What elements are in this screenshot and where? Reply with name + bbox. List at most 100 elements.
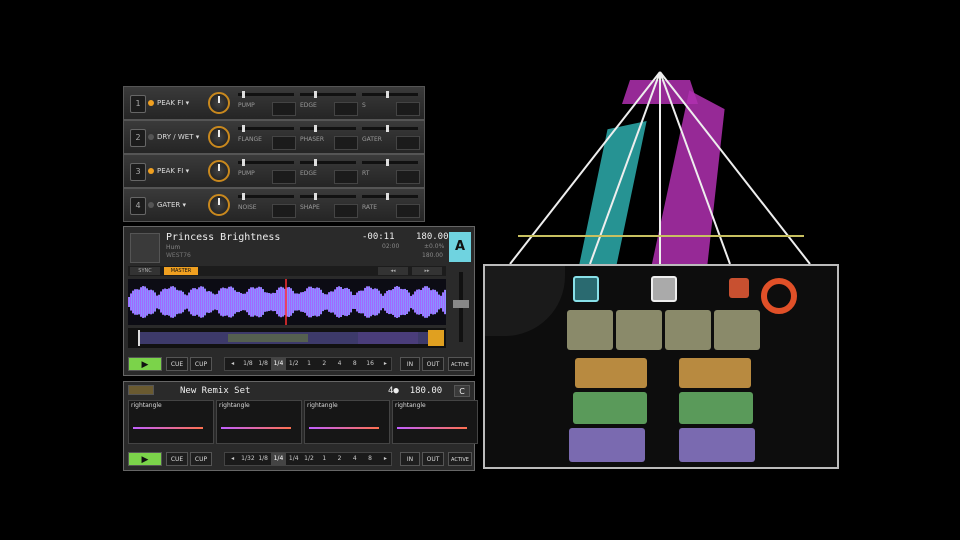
remix-cup-button[interactable]: CUP bbox=[190, 452, 212, 466]
fx-param-2[interactable]: PHASER bbox=[300, 124, 358, 152]
mode-button-white[interactable] bbox=[651, 276, 677, 302]
fx-param-slider[interactable] bbox=[300, 193, 356, 200]
master-button[interactable]: MASTER bbox=[164, 267, 198, 275]
fx-param-button[interactable] bbox=[272, 170, 296, 184]
encoder-knob[interactable] bbox=[761, 278, 797, 314]
remix-slot-2[interactable]: rightangle bbox=[216, 400, 302, 444]
fx-param-slider[interactable] bbox=[300, 125, 356, 132]
fx-unit-number[interactable]: 4 bbox=[130, 197, 146, 215]
loop-size-option[interactable]: ▸ bbox=[378, 453, 393, 465]
fx-param-slider[interactable] bbox=[238, 91, 294, 98]
remix-slot-4[interactable]: rightangle bbox=[392, 400, 478, 444]
loop-size-option[interactable]: ◂ bbox=[225, 453, 240, 465]
fx-dry-wet-knob[interactable] bbox=[208, 92, 230, 114]
fx-param-slider[interactable] bbox=[362, 159, 418, 166]
loop-size-option[interactable]: 1/8 bbox=[240, 358, 255, 370]
fx-selector[interactable]: DRY / WET ▾ bbox=[148, 130, 200, 144]
sync-button[interactable]: SYNC bbox=[130, 267, 160, 275]
loop-active-button[interactable]: ACTIVE bbox=[448, 357, 472, 371]
pad-5[interactable] bbox=[575, 358, 647, 388]
pad-4[interactable] bbox=[714, 310, 760, 350]
fx-param-button[interactable] bbox=[334, 136, 358, 150]
fx-param-slider[interactable] bbox=[300, 159, 356, 166]
play-button[interactable]: ▶ bbox=[128, 357, 162, 371]
loop-size-option[interactable]: 1/8 bbox=[256, 453, 271, 465]
fx-selector[interactable]: PEAK FI ▾ bbox=[148, 96, 200, 110]
loop-in-button[interactable]: IN bbox=[400, 357, 420, 371]
fx-param-button[interactable] bbox=[272, 204, 296, 218]
loop-size-option[interactable]: 4 bbox=[347, 453, 362, 465]
fx-param-slider[interactable] bbox=[238, 159, 294, 166]
track-overview[interactable] bbox=[128, 328, 446, 348]
pad-8[interactable] bbox=[679, 392, 753, 424]
fx-param-2[interactable]: EDGE bbox=[300, 158, 358, 186]
fx-param-slider[interactable] bbox=[362, 91, 418, 98]
tempo-fader[interactable] bbox=[451, 272, 471, 342]
loop-fwd-button[interactable]: ▸▸ bbox=[412, 267, 442, 275]
fx-selector[interactable]: GATER ▾ bbox=[148, 198, 200, 212]
loop-size-option[interactable]: 1/2 bbox=[286, 358, 301, 370]
fx-param-button[interactable] bbox=[396, 170, 420, 184]
remix-slot-1[interactable]: rightangle bbox=[128, 400, 214, 444]
loop-size-option[interactable]: 1/32 bbox=[240, 453, 255, 465]
fx-param-button[interactable] bbox=[334, 170, 358, 184]
waveform[interactable] bbox=[128, 279, 446, 325]
loop-size-option[interactable]: 8 bbox=[362, 453, 377, 465]
fx-param-slider[interactable] bbox=[238, 193, 294, 200]
fx-param-3[interactable]: S bbox=[362, 90, 420, 118]
cup-button[interactable]: CUP bbox=[190, 357, 212, 371]
fx-unit-number[interactable]: 1 bbox=[130, 95, 146, 113]
mode-button-cyan[interactable] bbox=[573, 276, 599, 302]
fx-param-3[interactable]: RATE bbox=[362, 192, 420, 220]
fx-dry-wet-knob[interactable] bbox=[208, 126, 230, 148]
remix-play-button[interactable]: ▶ bbox=[128, 452, 162, 466]
pad-6[interactable] bbox=[679, 358, 751, 388]
pad-3[interactable] bbox=[665, 310, 711, 350]
remix-slot-3[interactable]: rightangle bbox=[304, 400, 390, 444]
fx-param-slider[interactable] bbox=[300, 91, 356, 98]
loop-size-option[interactable]: 1 bbox=[301, 358, 316, 370]
loop-back-button[interactable]: ◂◂ bbox=[378, 267, 408, 275]
loop-size-option[interactable]: 1/4 bbox=[270, 358, 287, 370]
fx-param-2[interactable]: SHAPE bbox=[300, 192, 358, 220]
remix-deck-letter[interactable]: C bbox=[454, 385, 470, 397]
fx-param-button[interactable] bbox=[272, 102, 296, 116]
fx-dry-wet-knob[interactable] bbox=[208, 160, 230, 182]
fx-dry-wet-knob[interactable] bbox=[208, 194, 230, 216]
pad-1[interactable] bbox=[567, 310, 613, 350]
fx-param-button[interactable] bbox=[334, 204, 358, 218]
deck-letter[interactable]: A bbox=[449, 232, 471, 262]
fx-param-slider[interactable] bbox=[238, 125, 294, 132]
fx-param-slider[interactable] bbox=[362, 193, 418, 200]
fx-param-3[interactable]: GATER bbox=[362, 124, 420, 152]
pad-9[interactable] bbox=[569, 428, 645, 462]
fx-param-1[interactable]: FLANGE bbox=[238, 124, 296, 152]
loop-size-option[interactable]: 1/4 bbox=[270, 453, 287, 465]
fx-param-button[interactable] bbox=[272, 136, 296, 150]
loop-size-option[interactable]: 1/8 bbox=[256, 358, 271, 370]
fx-param-1[interactable]: PUMP bbox=[238, 158, 296, 186]
loop-size-option[interactable]: 1/2 bbox=[301, 453, 316, 465]
remix-active-button[interactable]: ACTIVE bbox=[448, 452, 472, 466]
loop-size-option[interactable]: 1/4 bbox=[286, 453, 301, 465]
loop-size-option[interactable]: 1 bbox=[317, 453, 332, 465]
fx-unit-number[interactable]: 3 bbox=[130, 163, 146, 181]
loop-size-option[interactable]: ▸ bbox=[378, 358, 393, 370]
fx-param-1[interactable]: NOISE bbox=[238, 192, 296, 220]
loop-size-option[interactable]: 2 bbox=[317, 358, 332, 370]
fx-param-button[interactable] bbox=[396, 136, 420, 150]
fx-param-slider[interactable] bbox=[362, 125, 418, 132]
pad-2[interactable] bbox=[616, 310, 662, 350]
pad-7[interactable] bbox=[573, 392, 647, 424]
loop-size-option[interactable]: 8 bbox=[347, 358, 362, 370]
remix-out-button[interactable]: OUT bbox=[422, 452, 444, 466]
fx-param-2[interactable]: EDGE bbox=[300, 90, 358, 118]
fx-param-button[interactable] bbox=[396, 102, 420, 116]
cue-button[interactable]: CUE bbox=[166, 357, 188, 371]
mode-button-orange[interactable] bbox=[729, 278, 749, 298]
fx-unit-number[interactable]: 2 bbox=[130, 129, 146, 147]
fx-selector[interactable]: PEAK FI ▾ bbox=[148, 164, 200, 178]
loop-size-option[interactable]: ◂ bbox=[225, 358, 240, 370]
remix-cue-button[interactable]: CUE bbox=[166, 452, 188, 466]
remix-in-button[interactable]: IN bbox=[400, 452, 420, 466]
